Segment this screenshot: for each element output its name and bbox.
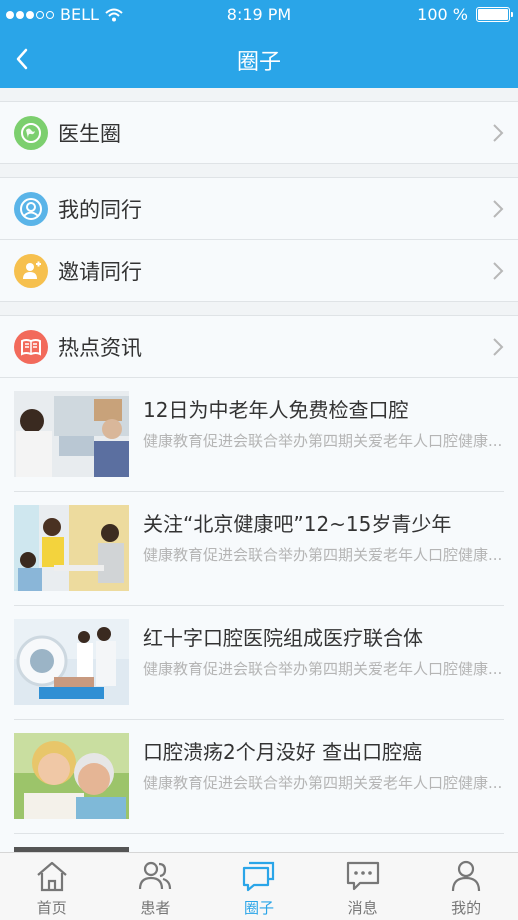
profile-icon [452,860,481,892]
navigation-bar: 圈子 [0,30,518,88]
news-title: 12日为中老年人免费检查口腔 [143,398,409,422]
news-thumbnail [14,733,129,819]
tab-circle[interactable]: 圈子 [207,853,311,920]
news-item[interactable]: 关注“北京健康吧”12~15岁青少年 健康教育促进会联合举办第四期关爱老年人口腔… [0,492,518,606]
section-spacer [0,302,518,316]
news-list: 12日为中老年人免费检查口腔 健康教育促进会联合举办第四期关爱老年人口腔健康..… [0,378,518,852]
chevron-right-icon [493,262,504,280]
book-icon [14,329,48,364]
chevron-right-icon [493,200,504,218]
tab-home[interactable]: 首页 [0,853,104,920]
tab-bar: 首页 患者 圈子 消息 我的 [0,852,518,920]
add-person-icon [14,253,48,288]
tab-label: 患者 [140,899,171,917]
status-bar: BELL 8:19 PM 100 % [0,0,518,30]
home-icon [37,861,67,892]
news-thumbnail [14,619,129,705]
patients-icon [139,861,172,890]
battery-icon [476,7,513,22]
section-spacer [0,88,518,102]
tab-patients[interactable]: 患者 [104,853,208,920]
person-icon [14,191,48,226]
menu-item-doctor-circle[interactable]: 医生圈 [0,102,518,164]
news-item[interactable] [0,834,518,852]
news-title: 关注“北京健康吧”12~15岁青少年 [143,512,452,536]
tab-messages[interactable]: 消息 [311,853,415,920]
battery-label: 100 % [417,5,468,24]
message-icon [346,861,379,891]
globe-icon [14,115,48,150]
menu-item-my-peers[interactable]: 我的同行 [0,178,518,240]
news-description: 健康教育促进会联合举办第四期关爱老年人口腔健康... [143,660,503,678]
tab-mine[interactable]: 我的 [414,853,518,920]
section-spacer [0,164,518,178]
menu-item-hot-news[interactable]: 热点资讯 [0,316,518,378]
news-item[interactable]: 红十字口腔医院组成医疗联合体 健康教育促进会联合举办第四期关爱老年人口腔健康..… [0,606,518,720]
news-title: 口腔溃疡2个月没好 查出口腔癌 [143,740,423,764]
tab-label: 圈子 [243,899,274,917]
news-description: 健康教育促进会联合举办第四期关爱老年人口腔健康... [143,432,503,450]
news-description: 健康教育促进会联合举办第四期关爱老年人口腔健康... [143,546,503,564]
tab-label: 消息 [347,899,378,917]
menu-item-invite-peers[interactable]: 邀请同行 [0,240,518,302]
news-item[interactable]: 12日为中老年人免费检查口腔 健康教育促进会联合举办第四期关爱老年人口腔健康..… [0,378,518,492]
news-thumbnail [14,391,129,477]
tab-label: 首页 [36,899,67,917]
news-item[interactable]: 口腔溃疡2个月没好 查出口腔癌 健康教育促进会联合举办第四期关爱老年人口腔健康.… [0,720,518,834]
page-title: 圈子 [236,50,281,75]
menu-item-label: 邀请同行 [58,259,142,284]
menu-item-label: 热点资讯 [58,335,142,360]
tab-label: 我的 [451,899,482,917]
chevron-right-icon [493,338,504,356]
news-title: 红十字口腔医院组成医疗联合体 [143,626,423,650]
menu-item-label: 医生圈 [58,121,121,146]
main-content[interactable]: 医生圈 我的同行 邀请同行 热点资讯 12日为中老年人免费检查口腔 健康教育促进… [0,88,518,852]
news-thumbnail [14,505,129,591]
menu-item-label: 我的同行 [58,197,142,222]
chat-circle-icon [242,861,275,892]
chevron-right-icon [493,124,504,142]
news-description: 健康教育促进会联合举办第四期关爱老年人口腔健康... [143,774,503,792]
